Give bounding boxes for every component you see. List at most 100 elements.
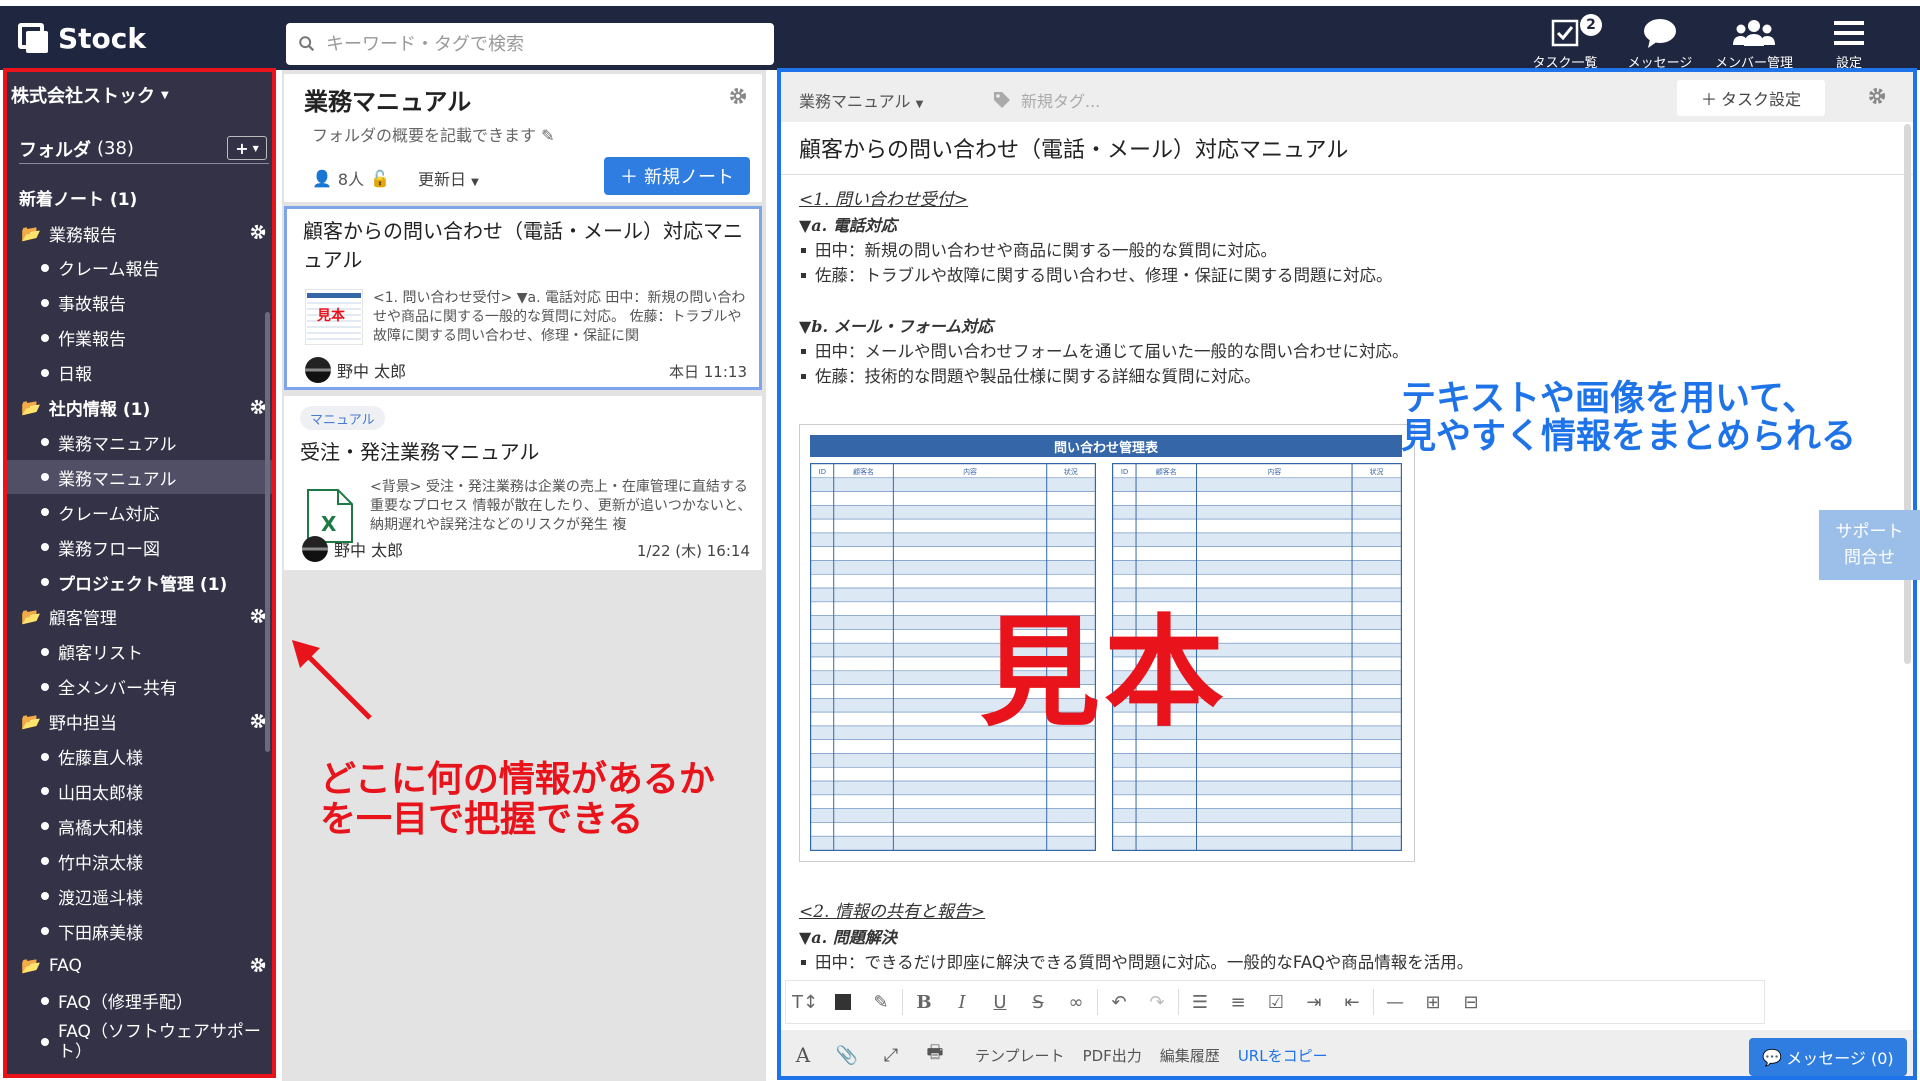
sidebar-subfolder[interactable]: 顧客リスト	[7, 635, 272, 669]
section-heading[interactable]: <2. 情報の共有と報告>	[799, 900, 985, 925]
checklist-icon[interactable]: ☑	[1257, 984, 1295, 1020]
table-icon[interactable]: ⊞	[1414, 984, 1452, 1020]
highlighter-icon[interactable]: ✎	[862, 984, 900, 1020]
edit-history-link[interactable]: 編集履歴	[1160, 1045, 1220, 1066]
folders-label: フォルダ	[19, 139, 91, 161]
sidebar-subfolder[interactable]: 下田麻美様	[7, 914, 272, 948]
bold-icon[interactable]: B	[905, 984, 943, 1020]
folder-gear-icon[interactable]	[249, 223, 267, 241]
nav-member-management[interactable]: メンバー管理	[1711, 16, 1797, 72]
italic-icon[interactable]: I	[943, 984, 981, 1020]
undo-icon[interactable]: ↶	[1100, 984, 1138, 1020]
sidebar-subfolder[interactable]: FAQ（ソフトウェアサポート）	[7, 1019, 272, 1065]
subsection-heading[interactable]: ▼a. 電話対応	[799, 213, 897, 238]
sort-selector[interactable]: 更新日 ▼	[418, 166, 479, 190]
format-toggle-icon[interactable]: A	[781, 1037, 825, 1073]
top-bar: Stock 2 タスク一覧 メッセージ メンバー管理	[0, 6, 1920, 72]
collapse-icon[interactable]: ⊟	[1452, 984, 1490, 1020]
underline-icon[interactable]: U	[981, 984, 1019, 1020]
new-notes-link[interactable]: 新着ノート (1)	[7, 180, 272, 214]
list-item[interactable]: 田中：新規の問い合わせや商品に関する一般的な質問に対応。	[799, 238, 1277, 263]
list-item[interactable]: 佐藤：トラブルや故障に関する問い合わせ、修理・保証に関する問題に対応。	[799, 263, 1393, 288]
copy-url-link[interactable]: URLをコピー	[1238, 1045, 1328, 1066]
tag-icon	[994, 92, 1010, 108]
sidebar-subfolder[interactable]: 竹中涼太様	[7, 844, 272, 878]
sidebar-subfolder[interactable]: クレーム対応	[7, 495, 272, 529]
print-icon[interactable]: 🖶	[913, 1037, 957, 1073]
subsection-heading[interactable]: ▼b. メール・フォーム対応	[799, 314, 993, 339]
sidebar-subfolder[interactable]: 事故報告	[7, 286, 272, 320]
note-folder-label: 業務マニュアル	[799, 92, 911, 111]
link-icon[interactable]: ∞	[1057, 984, 1095, 1020]
toolbar-divider	[1097, 989, 1098, 1015]
sidebar-folder[interactable]: 📂 社内情報 (1)	[7, 391, 272, 425]
sidebar-subfolder[interactable]: 山田太郎様	[7, 774, 272, 808]
note-card-excerpt: <1. 問い合わせ受付> ▼a. 電話対応 田中：新規の問い合わせや商品に関する…	[373, 290, 746, 344]
attach-paperclip-icon[interactable]: 📎	[825, 1037, 869, 1073]
bulleted-list-icon[interactable]: ☰	[1181, 984, 1219, 1020]
redo-icon[interactable]: ↷	[1138, 984, 1176, 1020]
folder-gear-icon[interactable]	[249, 956, 267, 974]
list-item[interactable]: 佐藤：技術的な問題や製品仕様に関する詳細な質問に対応。	[799, 364, 1261, 389]
callout-right-line2: 見やすく情報をまとめられる	[1401, 417, 1857, 457]
support-contact-tab[interactable]: サポート 問合せ	[1819, 510, 1920, 580]
folder-description[interactable]: フォルダの概要を記載できます ✎	[312, 122, 555, 146]
sidebar-subfolder[interactable]: 全メンバー共有	[7, 670, 272, 704]
strikethrough-icon[interactable]: S	[1019, 984, 1057, 1020]
sidebar-subfolder[interactable]: FAQ（修理手配）	[7, 984, 272, 1018]
sidebar-folder[interactable]: 📂 顧客管理	[7, 600, 272, 634]
note-settings-gear-icon[interactable]	[1867, 86, 1887, 106]
embedded-spreadsheet-image[interactable]: 問い合わせ管理表 ID 顧客名 内容 状況 ID 顧客名 内容 状況 見本	[799, 424, 1415, 862]
add-folder-button[interactable]: + ▼	[227, 136, 267, 160]
sidebar-folder[interactable]: 📂 FAQ	[7, 949, 272, 983]
plus-icon: ＋	[620, 167, 638, 188]
message-button[interactable]: 💬 メッセージ (0)	[1749, 1038, 1907, 1076]
nav-settings[interactable]: 設定	[1824, 16, 1874, 72]
note-tag-input[interactable]: 新規タグ...	[993, 88, 1100, 112]
expand-icon[interactable]: ⤢	[869, 1037, 913, 1073]
note-folder-selector[interactable]: 業務マニュアル ▼	[799, 88, 923, 112]
outdent-icon[interactable]: ⇤	[1333, 984, 1371, 1020]
folder-members[interactable]: 👤 8人 🔓	[312, 166, 390, 190]
sidebar-subfolder[interactable]: 業務マニュアル	[7, 425, 272, 459]
text-color-icon[interactable]	[824, 984, 862, 1020]
task-settings-button[interactable]: ＋タスク設定	[1677, 80, 1825, 116]
numbered-list-icon[interactable]: ≡	[1219, 984, 1257, 1020]
search-input[interactable]	[326, 33, 746, 55]
template-link[interactable]: テンプレート	[975, 1045, 1065, 1066]
search-box[interactable]	[286, 23, 774, 65]
list-item[interactable]: 田中：メールや問い合わせフォームを通じて届いた一般的な問い合わせに対応。	[799, 339, 1409, 364]
sidebar-subfolder[interactable]: クレーム報告	[7, 251, 272, 285]
nav-messages[interactable]: メッセージ	[1622, 16, 1698, 72]
sidebar-subfolder[interactable]: 業務マニュアル	[7, 460, 272, 495]
sidebar-subfolder[interactable]: プロジェクト管理 (1)	[7, 565, 272, 599]
indent-icon[interactable]: ⇥	[1295, 984, 1333, 1020]
subsection-heading[interactable]: ▼a. 問題解決	[799, 925, 897, 950]
sidebar-folder[interactable]: 📂 業務報告	[7, 216, 272, 250]
note-card[interactable]: マニュアル 受注・発注業務マニュアル X <背景> 受注・発注業務は企業の売上・…	[284, 396, 762, 570]
app-logo[interactable]: Stock	[18, 20, 146, 56]
sidebar-subfolder[interactable]: 業務フロー図	[7, 530, 272, 564]
sidebar-subfolder[interactable]: 作業報告	[7, 321, 272, 355]
sidebar-scrollbar[interactable]	[265, 312, 270, 752]
section-heading[interactable]: <1. 問い合わせ受付>	[799, 188, 968, 213]
new-note-button[interactable]: ＋ 新規ノート	[604, 157, 750, 195]
note-title[interactable]: 顧客からの問い合わせ（電話・メール）対応マニュアル	[799, 132, 1348, 164]
horizontal-rule-icon[interactable]: —	[1376, 984, 1414, 1020]
sidebar-subfolder[interactable]: 佐藤直人様	[7, 740, 272, 774]
folder-settings-gear-icon[interactable]	[728, 86, 748, 106]
pdf-export-link[interactable]: PDF出力	[1083, 1045, 1142, 1066]
sample-stamp: 見本	[317, 308, 345, 324]
note-card[interactable]: 顧客からの問い合わせ（電話・メール）対応マニュアル 見本 <1. 問い合わせ受付…	[284, 206, 762, 390]
sidebar-item-label: 業務マニュアル	[58, 434, 177, 455]
note-tag[interactable]: マニュアル	[300, 406, 385, 430]
company-selector[interactable]: 株式会社ストック ▼	[11, 82, 169, 108]
sidebar-subfolder[interactable]: 日報	[7, 356, 272, 390]
sidebar-folder[interactable]: 📂 野中担当	[7, 705, 272, 739]
text-size-icon[interactable]: T↕	[786, 984, 824, 1020]
sidebar-subfolder[interactable]: 渡辺遥斗様	[7, 879, 272, 913]
list-item[interactable]: 田中：できるだけ即座に解決できる質問や問題に対応。一般的なFAQや商品情報を活用…	[799, 950, 1473, 975]
nav-task-list[interactable]: 2 タスク一覧	[1527, 14, 1603, 72]
note-scrollbar[interactable]	[1904, 124, 1911, 664]
sidebar-subfolder[interactable]: 高橋大和様	[7, 809, 272, 843]
